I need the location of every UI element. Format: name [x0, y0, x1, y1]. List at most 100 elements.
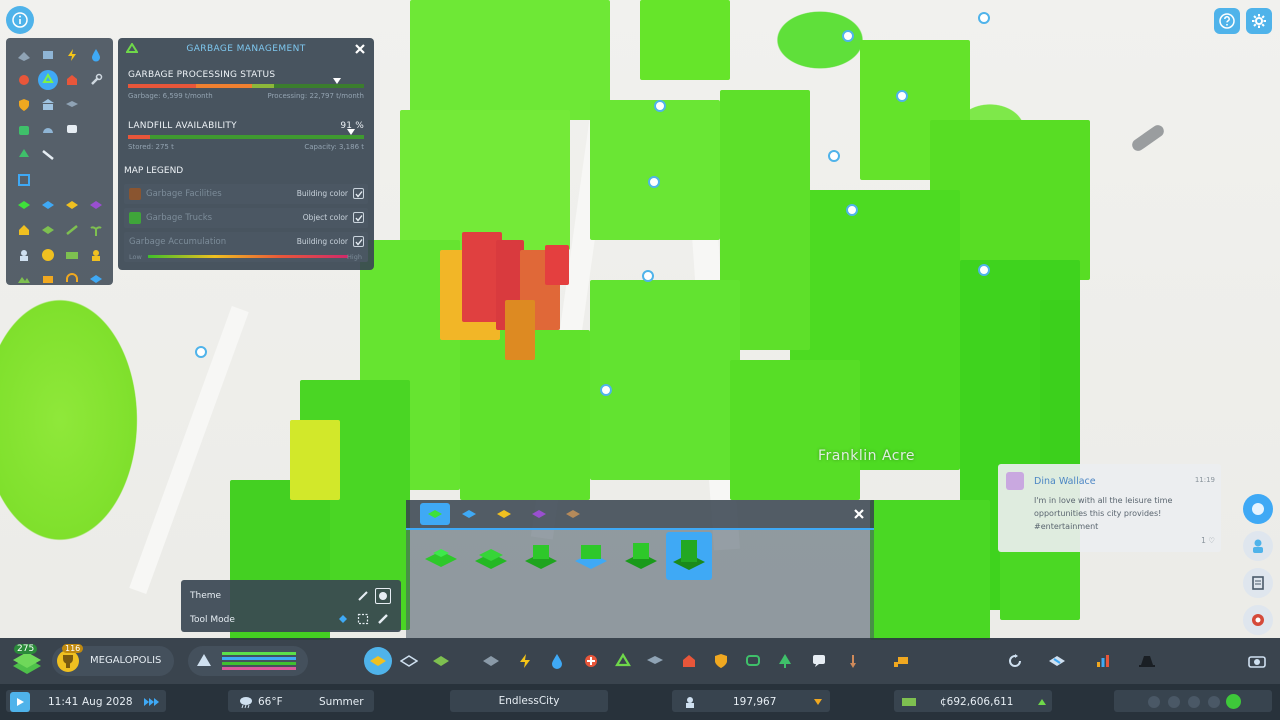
- map-marker-icon[interactable]: [648, 176, 660, 188]
- speed-button[interactable]: [140, 692, 162, 712]
- map-marker-icon[interactable]: [828, 150, 840, 162]
- citizens-button[interactable]: [1243, 531, 1273, 561]
- transportation-tool-button[interactable]: [740, 648, 766, 674]
- tab-unzoning[interactable]: [558, 503, 588, 525]
- government-building-icon[interactable]: [39, 96, 57, 114]
- map-marker-icon[interactable]: [642, 270, 654, 282]
- theme-europe-button[interactable]: [375, 588, 391, 604]
- healthcare-infoview-icon[interactable]: [15, 71, 33, 89]
- chat-bubble-icon[interactable]: [63, 121, 81, 139]
- legend-checkbox[interactable]: [353, 236, 364, 247]
- radio-button[interactable]: [1243, 605, 1273, 635]
- noise-headphones-icon[interactable]: [63, 270, 81, 288]
- map-marker-icon[interactable]: [654, 100, 666, 112]
- residential-mixed-item[interactable]: [568, 532, 614, 580]
- legend-checkbox[interactable]: [353, 212, 364, 223]
- residential-medium-row-item[interactable]: [618, 532, 664, 580]
- photo-mode-button[interactable]: [1244, 648, 1270, 674]
- economy-button[interactable]: [1134, 648, 1160, 674]
- tab-residential[interactable]: [420, 503, 450, 525]
- play-button[interactable]: [10, 692, 30, 712]
- plant-icon[interactable]: [87, 221, 105, 239]
- city-progress-panel[interactable]: [188, 646, 308, 676]
- wrench-icon[interactable]: [87, 71, 105, 89]
- education-tool-button[interactable]: [642, 648, 668, 674]
- workers-infoview-icon[interactable]: [87, 246, 105, 264]
- map-marker-icon[interactable]: [846, 204, 858, 216]
- house-icon[interactable]: [15, 221, 33, 239]
- communications-infoview-icon[interactable]: [39, 121, 57, 139]
- lightning-icon[interactable]: [63, 46, 81, 64]
- paint-mode-button[interactable]: [375, 611, 391, 627]
- legend-checkbox[interactable]: [353, 188, 364, 199]
- police-infoview-icon[interactable]: [15, 96, 33, 114]
- fire-station-infoview-icon[interactable]: [63, 71, 81, 89]
- happiness-smiley-icon[interactable]: [39, 246, 57, 264]
- water-drop-icon[interactable]: [87, 46, 105, 64]
- map-marker-icon[interactable]: [978, 264, 990, 276]
- legend-row-garbage-accumulation[interactable]: Garbage Accumulation Building color Low …: [124, 232, 368, 262]
- statistics-button[interactable]: [1090, 648, 1116, 674]
- chirp-like-button[interactable]: 1 ♡: [1201, 536, 1215, 545]
- residential-zone-icon[interactable]: [15, 196, 33, 214]
- residential-low-density-item[interactable]: [418, 532, 464, 580]
- tab-office[interactable]: [524, 503, 554, 525]
- residential-high-density-item[interactable]: [666, 532, 712, 580]
- area-tool-button[interactable]: [396, 648, 422, 674]
- settings-button[interactable]: [1246, 8, 1272, 34]
- tab-commercial[interactable]: [454, 503, 484, 525]
- pollution-infoview-icon[interactable]: [39, 270, 57, 288]
- close-build-panel-button[interactable]: [846, 503, 872, 525]
- commercial-zone-icon[interactable]: [39, 196, 57, 214]
- industrial-zone-icon[interactable]: [63, 196, 81, 214]
- park-infoview-icon[interactable]: [15, 121, 33, 139]
- close-panel-button[interactable]: [350, 39, 370, 59]
- electricity-grid-infoview-icon[interactable]: [39, 46, 57, 64]
- bulldozer-tool-button[interactable]: [890, 648, 916, 674]
- garbage-infoview-icon[interactable]: [38, 70, 58, 90]
- police-tool-button[interactable]: [708, 648, 734, 674]
- city-name-field[interactable]: EndlessCity: [450, 690, 608, 712]
- office-zone-icon[interactable]: [87, 196, 105, 214]
- traffic-flow-icon[interactable]: [63, 221, 81, 239]
- legend-row-garbage-facilities[interactable]: Garbage Facilities Building color: [124, 184, 368, 204]
- map-marker-icon[interactable]: [600, 384, 612, 396]
- electricity-tool-button[interactable]: [512, 648, 538, 674]
- statistics-infoview-icon[interactable]: [15, 171, 33, 189]
- water-pollution-icon[interactable]: [87, 270, 105, 288]
- journal-button[interactable]: [1243, 568, 1273, 598]
- map-marker-icon[interactable]: [978, 12, 990, 24]
- healthcare-tool-button[interactable]: [578, 648, 604, 674]
- undo-redo-button[interactable]: [1002, 648, 1028, 674]
- garbage-tool-button[interactable]: [610, 648, 636, 674]
- help-button[interactable]: [1214, 8, 1240, 34]
- chirper-message[interactable]: Dina Wallace 11:19 I'm in love with all …: [998, 464, 1221, 552]
- land-value-infoview-icon[interactable]: [39, 221, 57, 239]
- landscaping-tool-button[interactable]: [428, 648, 454, 674]
- residential-medium-density-item[interactable]: [518, 532, 564, 580]
- fire-rescue-tool-button[interactable]: [676, 648, 702, 674]
- residential-row-housing-item[interactable]: [468, 532, 514, 580]
- landscape-tool-button[interactable]: [840, 648, 866, 674]
- education-infoview-icon[interactable]: [63, 96, 81, 114]
- terrain-infoview-icon[interactable]: [15, 46, 33, 64]
- zoning-tool-button[interactable]: [364, 647, 392, 675]
- legend-row-garbage-trucks[interactable]: Garbage Trucks Object color: [124, 208, 368, 228]
- map-view-button[interactable]: [1044, 648, 1070, 674]
- tab-industrial[interactable]: [489, 503, 519, 525]
- chirper-button[interactable]: [1243, 494, 1273, 524]
- parks-tool-button[interactable]: [772, 648, 798, 674]
- milestone-button[interactable]: 116 MEGALOPOLIS: [52, 644, 174, 676]
- map-marker-icon[interactable]: [195, 346, 207, 358]
- fill-mode-button[interactable]: [335, 611, 351, 627]
- population-infoview-icon[interactable]: [15, 246, 33, 264]
- xp-level-indicator[interactable]: 275: [10, 644, 44, 678]
- communications-tool-button[interactable]: [806, 648, 832, 674]
- chirp-author[interactable]: Dina Wallace: [1034, 476, 1096, 487]
- transport-infoview-icon[interactable]: [39, 146, 57, 164]
- roads-tool-button[interactable]: [478, 648, 504, 674]
- tree-icon[interactable]: [15, 146, 33, 164]
- info-button[interactable]: [6, 6, 34, 34]
- map-marker-icon[interactable]: [896, 90, 908, 102]
- money-icon[interactable]: [63, 246, 81, 264]
